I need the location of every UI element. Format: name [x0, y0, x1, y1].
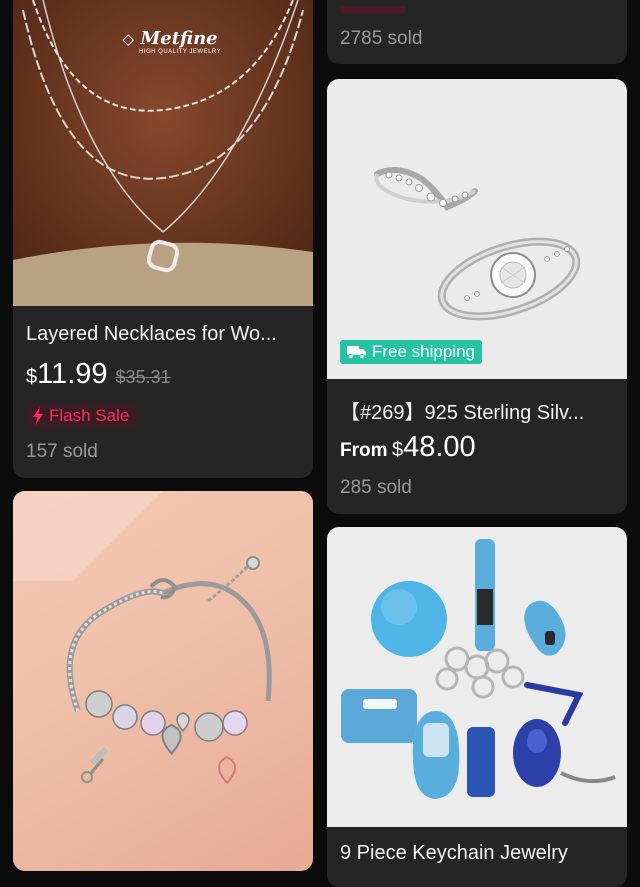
price-currency: $: [26, 366, 38, 388]
product-card-top-right[interactable]: 2785 sold: [327, 0, 627, 64]
product-title[interactable]: 【#269】925 Sterling Silv...: [340, 396, 615, 425]
lightning-icon: [33, 406, 43, 425]
product-card-rings[interactable]: Free shipping 【#269】925 Sterling Silv...…: [327, 79, 627, 514]
product-price: From $48.00: [340, 431, 476, 464]
product-card-necklace[interactable]: ◇ Metfine HIGH QUALITY JEWELRY Layered N…: [13, 0, 313, 478]
price-amount: 11.99: [37, 358, 108, 390]
keychain-illustration: [341, 539, 616, 799]
product-title[interactable]: 9 Piece Keychain Jewelry: [340, 842, 615, 865]
sold-count: 157 sold: [26, 441, 98, 462]
price-amount: 48.00: [403, 431, 476, 463]
product-image-necklace[interactable]: ◇ Metfine HIGH QUALITY JEWELRY: [13, 0, 313, 306]
product-title[interactable]: Layered Necklaces for Wo...: [26, 323, 301, 346]
product-image-rings[interactable]: Free shipping: [327, 79, 627, 379]
product-price: $11.99 $35.31: [26, 358, 171, 391]
bracelet-illustration: [13, 491, 272, 785]
sold-count: 285 sold: [340, 477, 412, 498]
truck-icon: [347, 346, 366, 359]
product-image-bracelet[interactable]: [13, 491, 313, 871]
diamond-icon: ◇: [122, 30, 135, 48]
price-currency: $: [391, 439, 404, 461]
free-shipping-badge: Free shipping: [340, 340, 483, 364]
flash-sale-badge: Flash Sale: [26, 403, 138, 428]
product-image-keychain[interactable]: [327, 527, 627, 827]
brand-logo: ◇ Metfine HIGH QUALITY JEWELRY: [122, 28, 222, 55]
original-price: $35.31: [115, 367, 171, 387]
partial-badge: [340, 6, 406, 14]
product-card-bracelet[interactable]: [13, 491, 313, 871]
sold-count: 2785 sold: [340, 28, 423, 49]
price-from-label: From: [340, 440, 388, 461]
product-card-keychain[interactable]: 9 Piece Keychain Jewelry: [327, 527, 627, 887]
rings-illustration: [374, 167, 581, 321]
